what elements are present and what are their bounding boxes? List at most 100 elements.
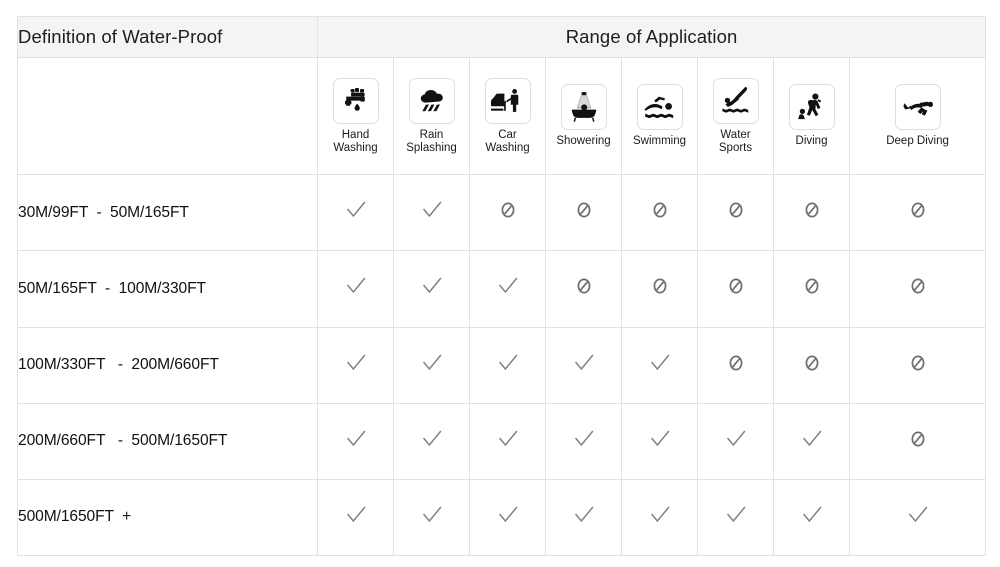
faucet-icon [332, 78, 379, 125]
column-label-diving: Diving [795, 135, 828, 148]
column-label-swimming: Swimming [632, 135, 687, 148]
cell-water-sports [697, 250, 774, 328]
prohibited-icon [909, 354, 927, 372]
range-header: Range of Application [316, 15, 987, 59]
rain-cloud-icon [408, 78, 455, 125]
deep-diving-icon [894, 84, 941, 131]
swimmer-icon [636, 84, 683, 131]
check-icon [907, 504, 929, 526]
prohibited-icon [727, 201, 745, 219]
prohibited-icon [909, 277, 927, 295]
column-label-showering: Showering [556, 135, 611, 148]
cell-showering [545, 402, 622, 480]
row-label-rating: 30M/99FT - 50M/165FT [17, 174, 318, 252]
activity-header-row: Hand Washing Rain Splashing Car Washing … [17, 57, 987, 176]
cell-rain-splashing [393, 326, 470, 404]
prohibited-icon [803, 201, 821, 219]
cell-deep-diving [848, 402, 987, 480]
column-header-water-sports: Water Sports [697, 57, 774, 176]
column-header-deep-diving: Deep Diving [848, 57, 987, 176]
cell-deep-diving [848, 478, 987, 557]
cell-swimming [621, 326, 698, 404]
table-title-row: Definition of Water-Proof Range of Appli… [17, 15, 987, 59]
diving-icon [788, 84, 835, 131]
cell-hand-washing [317, 174, 394, 252]
prohibited-icon [651, 201, 669, 219]
cell-diving [773, 402, 850, 480]
prohibited-icon [575, 277, 593, 295]
cell-rain-splashing [393, 174, 470, 252]
row-label-rating: 200M/660FT - 500M/1650FT [17, 402, 318, 480]
check-icon [725, 428, 747, 450]
prohibited-icon [727, 354, 745, 372]
table-row: 500M/1650FT + [17, 478, 987, 557]
column-header-car-washing: Car Washing [469, 57, 546, 176]
table-row: 30M/99FT - 50M/165FT [17, 174, 987, 252]
check-icon [345, 352, 367, 374]
table-row: 100M/330FT - 200M/660FT [17, 326, 987, 404]
column-label-car-washing: Car Washing [485, 129, 530, 154]
check-icon [421, 504, 443, 526]
cell-car-washing [469, 402, 546, 480]
cell-hand-washing [317, 326, 394, 404]
cell-hand-washing [317, 402, 394, 480]
check-icon [497, 504, 519, 526]
cell-rain-splashing [393, 250, 470, 328]
column-header-showering: Showering [545, 57, 622, 176]
prohibited-icon [499, 201, 517, 219]
cell-diving [773, 326, 850, 404]
cell-deep-diving [848, 250, 987, 328]
check-icon [421, 352, 443, 374]
cell-swimming [621, 402, 698, 480]
shower-bathtub-icon [560, 84, 607, 131]
cell-diving [773, 478, 850, 557]
cell-swimming [621, 478, 698, 557]
column-header-rain-splashing: Rain Splashing [393, 57, 470, 176]
cell-showering [545, 326, 622, 404]
cell-car-washing [469, 250, 546, 328]
car-washing-icon [484, 78, 531, 125]
cell-diving [773, 174, 850, 252]
column-label-rain-splashing: Rain Splashing [406, 129, 457, 154]
corner-spacer-cell [17, 57, 318, 176]
column-label-hand-washing: Hand Washing [333, 129, 378, 154]
cell-swimming [621, 174, 698, 252]
cell-showering [545, 174, 622, 252]
cell-water-sports [697, 478, 774, 557]
row-label-rating: 50M/165FT - 100M/330FT [17, 250, 318, 328]
check-icon [345, 199, 367, 221]
cell-rain-splashing [393, 478, 470, 557]
cell-car-washing [469, 478, 546, 557]
cell-rain-splashing [393, 402, 470, 480]
cell-deep-diving [848, 326, 987, 404]
cell-car-washing [469, 326, 546, 404]
column-label-deep-diving: Deep Diving [886, 135, 949, 148]
check-icon [573, 504, 595, 526]
check-icon [497, 352, 519, 374]
prohibited-icon [909, 430, 927, 448]
column-header-swimming: Swimming [621, 57, 698, 176]
check-icon [421, 199, 443, 221]
column-header-diving: Diving [773, 57, 850, 176]
prohibited-icon [651, 277, 669, 295]
column-header-hand-washing: Hand Washing [317, 57, 394, 176]
waterproof-rating-chart: Definition of Water-Proof Range of Appli… [0, 0, 1000, 567]
prohibited-icon [803, 354, 821, 372]
check-icon [345, 504, 367, 526]
check-icon [649, 504, 671, 526]
cell-deep-diving [848, 174, 987, 252]
waterproof-table: Definition of Water-Proof Range of Appli… [17, 15, 987, 557]
prohibited-icon [803, 277, 821, 295]
row-label-rating: 100M/330FT - 200M/660FT [17, 326, 318, 404]
check-icon [421, 428, 443, 450]
cell-hand-washing [317, 250, 394, 328]
check-icon [801, 428, 823, 450]
cell-diving [773, 250, 850, 328]
water-sports-icon [712, 78, 759, 125]
cell-water-sports [697, 326, 774, 404]
prohibited-icon [909, 201, 927, 219]
table-row: 50M/165FT - 100M/330FT [17, 250, 987, 328]
prohibited-icon [575, 201, 593, 219]
check-icon [649, 428, 671, 450]
check-icon [421, 275, 443, 297]
